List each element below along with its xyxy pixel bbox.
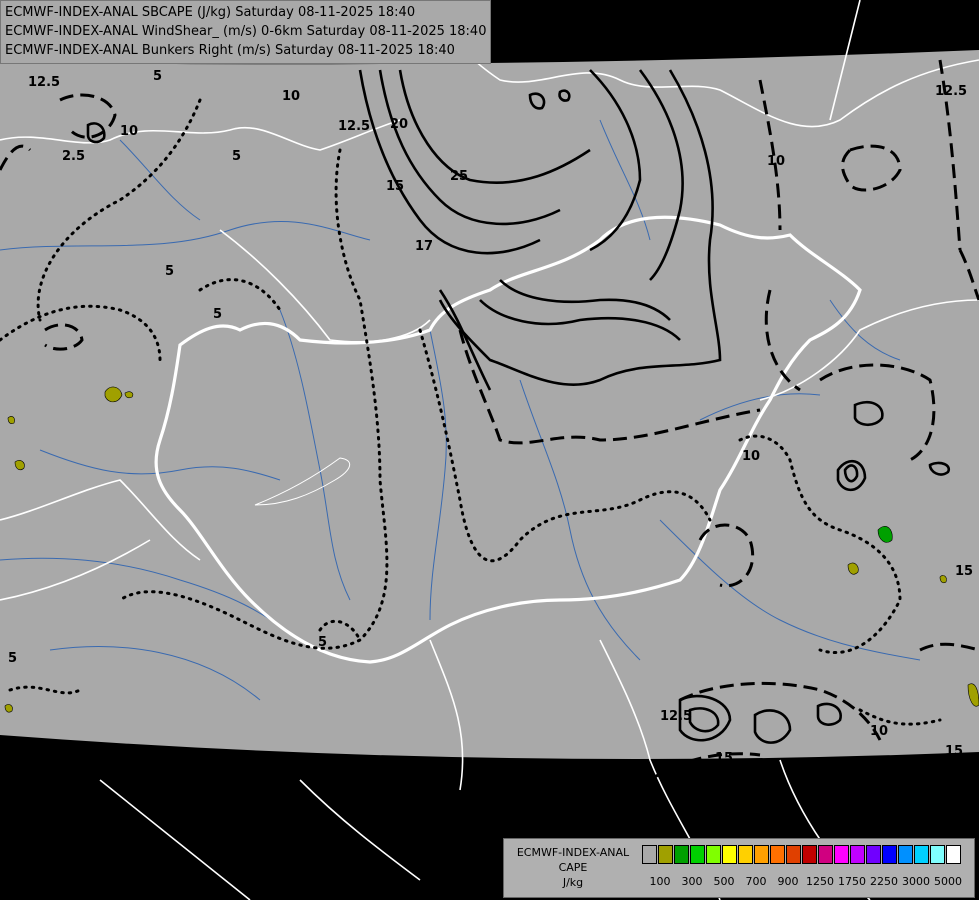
legend-swatch — [834, 845, 849, 864]
legend-ticks: 100 300 500 700 900 1250 1750 2250 3000 5000 — [642, 875, 972, 891]
contour-label: 12.5 — [935, 84, 967, 99]
contour-label: 5 — [8, 651, 17, 666]
legend-swatch — [946, 845, 961, 864]
contour-label: 5 — [165, 264, 174, 279]
contour-label: 15 — [955, 564, 973, 579]
contour-label: 20 — [390, 117, 408, 132]
legend-swatch — [722, 845, 737, 864]
title-bunkers: ECMWF-INDEX-ANAL Bunkers Right (m/s) Sat… — [5, 43, 455, 58]
contour-label: 10 — [282, 89, 300, 104]
legend-swatch — [850, 845, 865, 864]
legend-swatch — [658, 845, 673, 864]
legend-swatch — [914, 845, 929, 864]
legend-swatch — [882, 845, 897, 864]
weather-map: 12.5 5 10 12.5 2.5 20 25 15 17 5 5 5 10 … — [0, 0, 979, 900]
contour-label: 25 — [450, 169, 468, 184]
legend-tick-label: 5000 — [934, 875, 962, 888]
contour-label: 5 — [213, 307, 222, 322]
contour-label: 10 — [767, 154, 785, 169]
legend-swatch — [930, 845, 945, 864]
contour-label: 5 — [318, 635, 327, 650]
legend-tick-label: 900 — [777, 875, 799, 888]
legend-swatch — [706, 845, 721, 864]
legend-tick-label: 3000 — [902, 875, 930, 888]
map-title-box: ECMWF-INDEX-ANAL SBCAPE (J/kg) Saturday … — [0, 0, 492, 64]
legend-swatch — [738, 845, 753, 864]
contour-label: 12.5 — [660, 709, 692, 724]
title-sbcape: ECMWF-INDEX-ANAL SBCAPE (J/kg) Saturday … — [5, 5, 416, 20]
legend-swatch — [898, 845, 913, 864]
legend-swatch — [802, 845, 817, 864]
contour-label: 10 — [870, 724, 888, 739]
legend-swatch — [754, 845, 769, 864]
legend-swatch — [690, 845, 705, 864]
legend-tick-label: 100 — [649, 875, 671, 888]
legend-tick-label: 700 — [745, 875, 767, 888]
legend-swatch — [818, 845, 833, 864]
contour-label: 2.5 — [62, 149, 85, 164]
contour-label: 12.5 — [28, 75, 60, 90]
legend-swatch — [642, 845, 657, 864]
legend-tick-label: 1250 — [806, 875, 834, 888]
legend-swatch — [674, 845, 689, 864]
contour-label: 17 — [415, 239, 433, 254]
legend-field: CAPE — [558, 861, 588, 874]
legend-swatch — [770, 845, 785, 864]
map-canvas: 12.5 5 10 12.5 2.5 20 25 15 17 5 5 5 10 … — [0, 0, 979, 900]
cape-legend: ECMWF-INDEX-ANAL CAPE J/kg 100 300 500 700 9… — [503, 838, 975, 898]
contour-label: 10 — [120, 124, 138, 139]
legend-unit: J/kg — [562, 876, 584, 889]
legend-title: ECMWF-INDEX-ANAL CAPE J/kg — [508, 845, 638, 890]
contour-label: 12.5 — [338, 119, 370, 134]
legend-swatch — [866, 845, 881, 864]
contour-label: 15 — [945, 744, 963, 759]
title-windshear: ECMWF-INDEX-ANAL WindShear_ (m/s) 0-6km … — [5, 24, 487, 39]
contour-label: 5 — [232, 149, 241, 164]
contour-label: 15 — [715, 751, 733, 766]
legend-swatches — [642, 845, 962, 864]
contour-label: 5 — [153, 69, 162, 84]
data-region — [0, 50, 979, 760]
legend-tick-label: 300 — [681, 875, 703, 888]
legend-tick-label: 1750 — [838, 875, 866, 888]
legend-swatch — [786, 845, 801, 864]
legend-tick-label: 500 — [713, 875, 735, 888]
contour-label: 15 — [386, 179, 404, 194]
legend-model: ECMWF-INDEX-ANAL — [516, 846, 630, 859]
contour-label: 10 — [742, 449, 760, 464]
legend-tick-label: 2250 — [870, 875, 898, 888]
